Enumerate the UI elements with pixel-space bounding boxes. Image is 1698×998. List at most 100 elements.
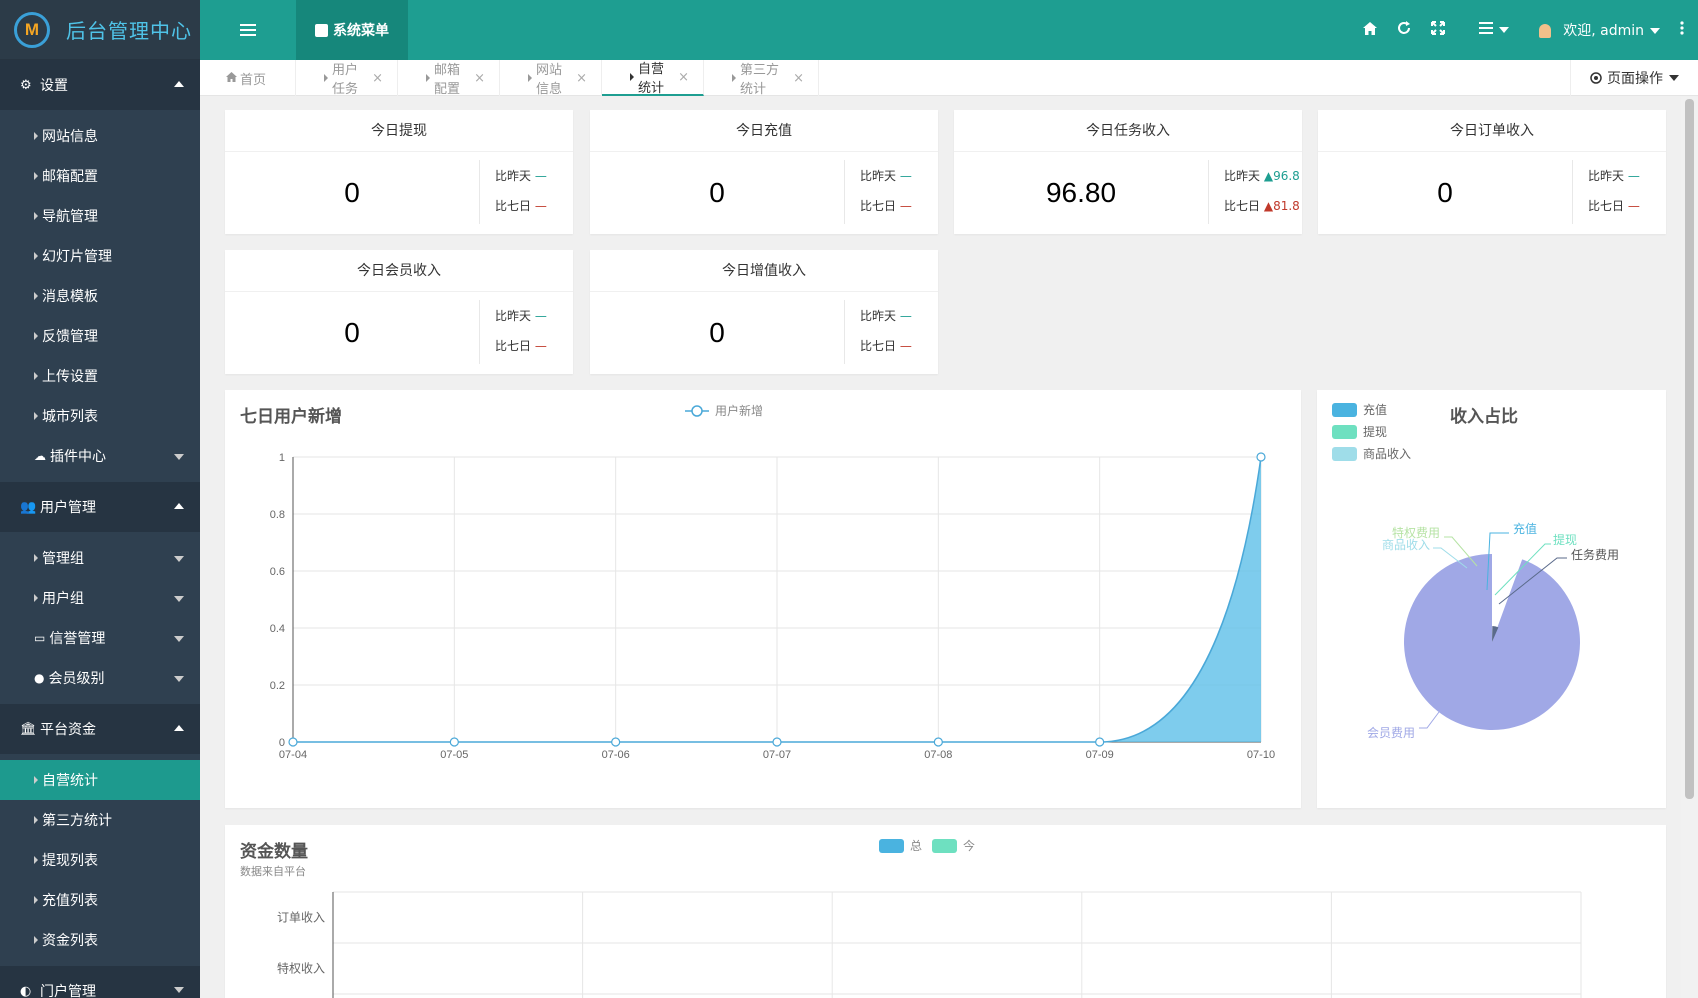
stat-value: 0 — [1437, 176, 1453, 208]
sidebar-item-0-8[interactable]: ☁ 插件中心 — [0, 436, 200, 476]
tab-0[interactable]: 首页 — [200, 60, 296, 96]
caret-right-icon — [324, 74, 328, 82]
data-point — [449, 737, 459, 747]
sidebar-item-2-0[interactable]: 自营统计 — [0, 760, 200, 800]
legend-swatch — [932, 839, 957, 853]
stat-card: 今日订单收入 0 比昨天 — 比七日 — — [1318, 110, 1666, 234]
home-icon[interactable] — [1362, 21, 1377, 39]
chevron-up-icon — [174, 725, 184, 731]
bank-icon: 🏛 — [20, 721, 37, 737]
caret-right-icon — [34, 292, 38, 300]
caret-right-icon — [34, 856, 38, 864]
app-title: 后台管理中心 — [66, 19, 192, 43]
more-icon[interactable] — [1680, 21, 1684, 39]
legend-label: 用户新增 — [715, 403, 763, 418]
id-card-icon: ▭ — [34, 631, 46, 645]
menu-toggle-button[interactable] — [200, 0, 296, 60]
slice-label: 任务费用 — [1571, 547, 1619, 562]
caret-right-icon — [34, 132, 38, 140]
sidebar-group-3[interactable]: ◐ 门户管理 — [0, 966, 200, 998]
chevron-down-icon — [174, 987, 184, 993]
legend-marker — [691, 405, 703, 417]
close-icon[interactable]: × — [372, 71, 383, 86]
caret-right-icon — [630, 73, 634, 81]
vertical-scrollbar[interactable] — [1681, 97, 1698, 998]
legend-label: 今 — [963, 838, 975, 853]
target-icon — [1590, 72, 1602, 84]
sidebar-item-0-7[interactable]: 城市列表 — [0, 396, 200, 436]
sidebar-item-label: 信誉管理 — [49, 631, 106, 647]
tab-4[interactable]: 自营统计 × — [602, 60, 704, 96]
sidebar-item-2-3[interactable]: 充值列表 — [0, 880, 200, 920]
stat-card: 今日充值 0 比昨天 — 比七日 — — [590, 110, 938, 234]
close-icon[interactable]: × — [474, 71, 485, 86]
stat-value: 0 — [344, 176, 360, 208]
top-header: 系统菜单 欢迎, admin — [200, 0, 1698, 60]
sidebar-item-0-0[interactable]: 网站信息 — [0, 116, 200, 156]
close-icon[interactable]: × — [678, 70, 689, 85]
fullscreen-icon[interactable] — [1430, 21, 1445, 39]
sidebar-item-0-1[interactable]: 邮箱配置 — [0, 156, 200, 196]
sidebar-item-1-3[interactable]: ● 会员级别 — [0, 658, 200, 698]
system-menu-button[interactable]: 系统菜单 — [296, 0, 408, 60]
sidebar-item-2-2[interactable]: 提现列表 — [0, 840, 200, 880]
sidebar-item-0-6[interactable]: 上传设置 — [0, 356, 200, 396]
sidebar-group-0[interactable]: ⚙ 设置 — [0, 60, 200, 110]
tab-3[interactable]: 网站信息 × — [500, 60, 602, 97]
sidebar-item-label: 城市列表 — [42, 409, 98, 425]
user-growth-chart-card: 七日用户新增 0 0.2 0.4 0.6 0.8 1 07-04 07-05 07-06 07-0… — [225, 390, 1301, 808]
y-tick-label: 0 — [279, 737, 285, 749]
page-operations-button[interactable]: 页面操作 — [1570, 60, 1698, 96]
users-icon: 👥 — [20, 499, 37, 515]
compare-yesterday: 比昨天 — — [495, 169, 547, 183]
sidebar-item-label: 提现列表 — [42, 853, 98, 869]
gear-icon: ⚙ — [20, 77, 32, 93]
sidebar-item-1-0[interactable]: 管理组 — [0, 538, 200, 578]
caret-right-icon — [34, 936, 38, 944]
refresh-icon[interactable] — [1397, 21, 1411, 39]
globe-icon: ◐ — [20, 983, 32, 998]
sidebar-item-0-3[interactable]: 幻灯片管理 — [0, 236, 200, 276]
data-point — [772, 737, 782, 747]
income-ratio-chart-card: 收入占比 充值 提现 商品收入 充值 提现 任务费用 特权费用 商品收入 会员费用 — [1317, 390, 1666, 808]
sidebar-group-1[interactable]: 👥 用户管理 — [0, 482, 200, 532]
compare-yesterday: 比昨天 — — [495, 309, 547, 323]
category-label: 特权收入 — [277, 961, 325, 976]
tab-2[interactable]: 邮箱配置 × — [398, 60, 500, 97]
caret-right-icon — [34, 372, 38, 380]
user-menu[interactable]: 欢迎, admin — [1538, 20, 1660, 40]
data-point — [288, 737, 298, 747]
sidebar-item-0-5[interactable]: 反馈管理 — [0, 316, 200, 356]
caret-right-icon — [426, 74, 430, 82]
legend-swatch — [1332, 425, 1357, 439]
stat-value: 0 — [709, 316, 725, 348]
sidebar-item-1-1[interactable]: 用户组 — [0, 578, 200, 618]
tab-1[interactable]: 用户任务 × — [296, 60, 398, 97]
sidebar-item-2-4[interactable]: 资金列表 — [0, 920, 200, 960]
close-icon[interactable]: × — [576, 71, 587, 86]
x-tick-label: 07-06 — [602, 749, 630, 761]
sidebar-group-2[interactable]: 🏛 平台资金 — [0, 704, 200, 754]
compare-yesterday: 比昨天 — — [1588, 169, 1640, 183]
data-point — [1095, 737, 1105, 747]
tab-5[interactable]: 第三方统计 × — [704, 60, 819, 97]
scrollbar-thumb[interactable] — [1685, 99, 1694, 799]
chevron-up-icon — [174, 503, 184, 509]
sidebar-item-2-1[interactable]: 第三方统计 — [0, 800, 200, 840]
y-tick-label: 0.8 — [270, 509, 285, 521]
close-icon[interactable]: × — [793, 71, 804, 86]
logo[interactable]: M 后台管理中心 — [0, 0, 200, 60]
sidebar-item-0-4[interactable]: 消息模板 — [0, 276, 200, 316]
legend-label: 提现 — [1363, 424, 1387, 439]
slice-label: 会员费用 — [1367, 726, 1415, 740]
sidebar-item-1-2[interactable]: ▭ 信誉管理 — [0, 618, 200, 658]
sidebar-item-0-2[interactable]: 导航管理 — [0, 196, 200, 236]
sidebar-item-label: 会员级别 — [48, 671, 105, 687]
sidebar-item-label: 反馈管理 — [42, 329, 98, 345]
user-growth-chart: 0 0.2 0.4 0.6 0.8 1 07-04 07-05 07-06 07-07 07-08 0… — [270, 403, 1275, 761]
compare-week: 比七日 — — [1588, 199, 1640, 213]
sidebar-item-label: 资金列表 — [42, 933, 98, 949]
stat-title: 今日任务收入 — [954, 110, 1302, 152]
list-icon[interactable] — [1478, 22, 1509, 38]
user-icon — [1538, 24, 1551, 38]
